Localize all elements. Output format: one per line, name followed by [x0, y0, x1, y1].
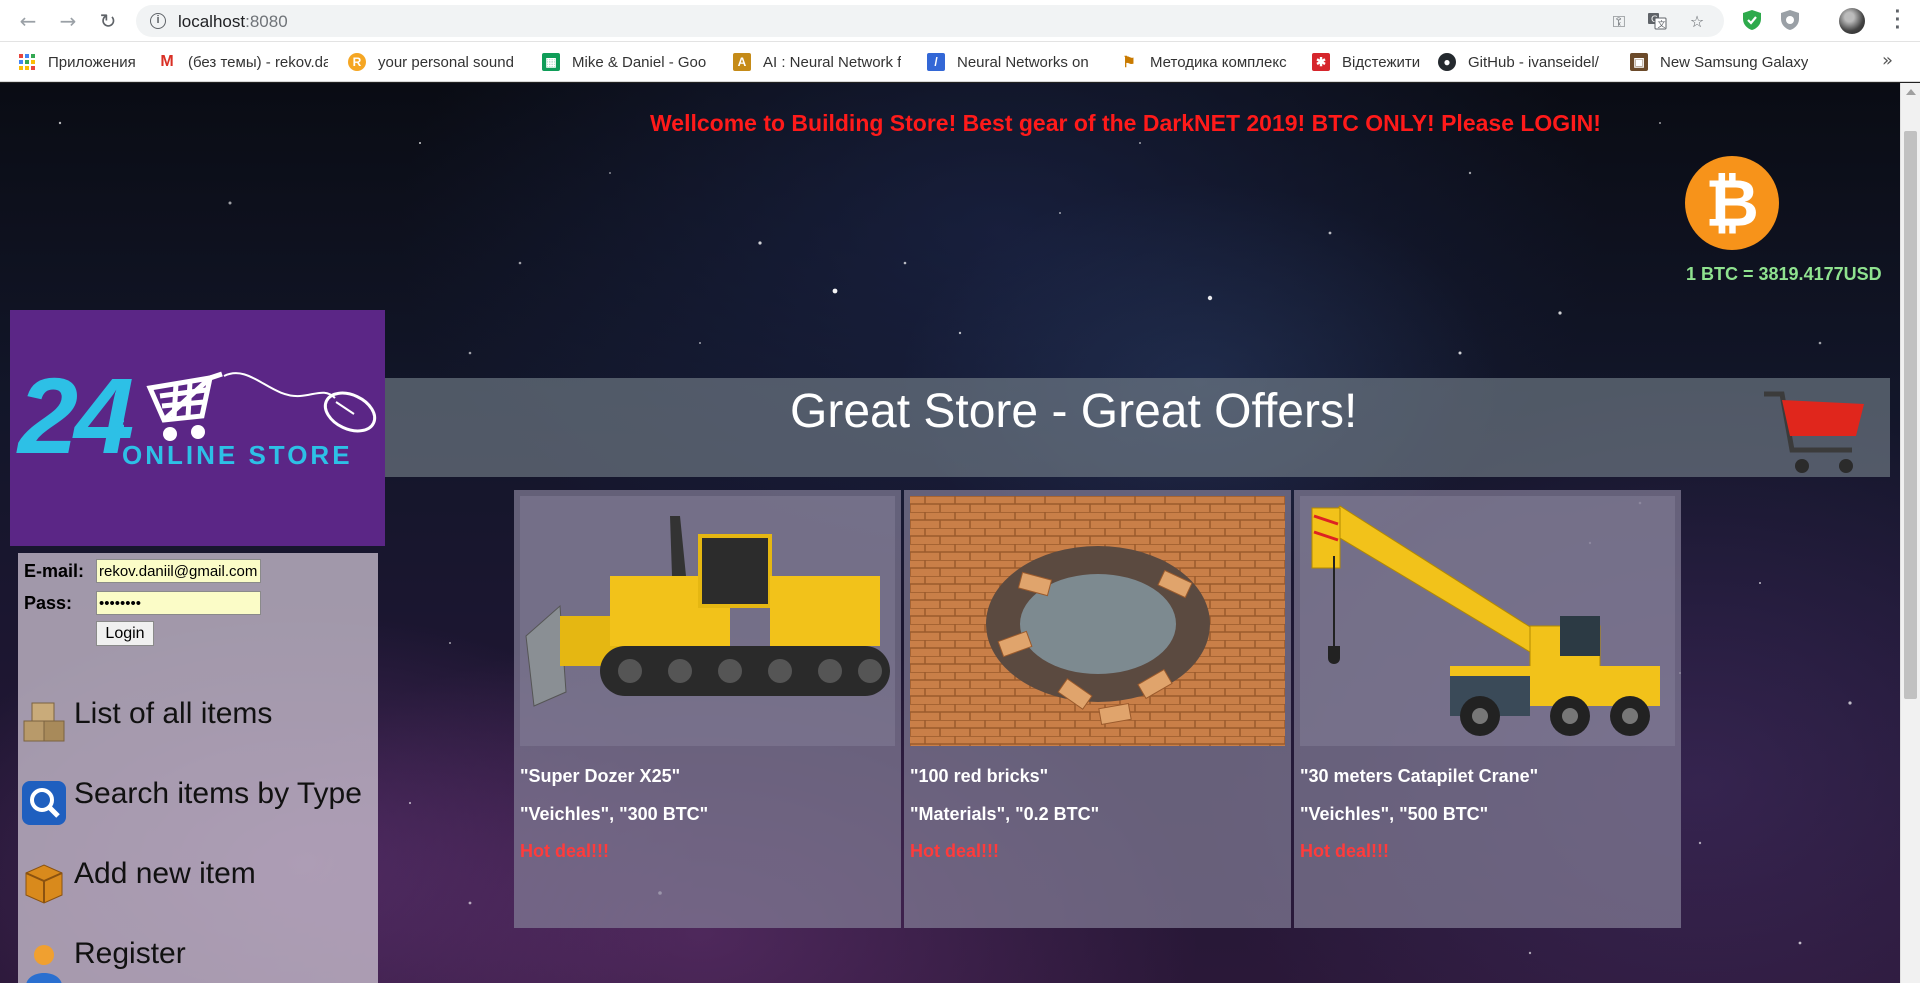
- bookmark-label: Відстежити: [1342, 53, 1421, 71]
- bookmark-label: GitHub - ivanseidel/: [1468, 53, 1599, 71]
- offers-banner: Great Store - Great Offers!: [385, 378, 1890, 477]
- product-image-crane[interactable]: [1300, 496, 1675, 746]
- store-logo[interactable]: 24 HOUR ONLINE STORE: [10, 310, 385, 546]
- github-icon: ●: [1438, 53, 1456, 71]
- btc-exchange-rate: 1 BTC = 3819.4177USD: [1686, 264, 1882, 284]
- magnifier-icon: [22, 781, 66, 825]
- bookmark-gmail[interactable]: M (без темы) - rekov.da: [158, 50, 328, 74]
- logo-online-store-text: ONLINE STORE: [122, 440, 353, 470]
- bookmark-samsung[interactable]: ▣ New Samsung Galaxy: [1630, 50, 1838, 74]
- bookmark-tracker[interactable]: ✱ Відстежити: [1312, 50, 1432, 74]
- sheets-icon: ▦: [542, 53, 560, 71]
- menu-item-add-item[interactable]: Add new item: [18, 853, 398, 911]
- shield-extension-icon[interactable]: [1740, 9, 1764, 33]
- product-name: "100 red bricks": [910, 766, 1049, 786]
- bookmark-sheets[interactable]: ▦ Mike & Daniel - Goo: [542, 50, 712, 74]
- bookmark-label: Neural Networks on: [957, 53, 1089, 71]
- bookmarks-overflow-icon[interactable]: »: [1882, 50, 1893, 71]
- menu-label: Add new item: [74, 857, 256, 890]
- address-bar[interactable]: i localhost:8080 ⚿ G文 ☆: [136, 5, 1724, 37]
- bookmark-apps[interactable]: Приложения: [18, 50, 148, 74]
- bookmark-label: Приложения: [48, 53, 136, 71]
- product-info: "Veichles", "500 BTC": [1300, 804, 1489, 824]
- menu-item-list-all[interactable]: List of all items: [18, 693, 398, 751]
- translate-icon[interactable]: G文: [1646, 11, 1668, 33]
- url-host: localhost: [178, 12, 246, 31]
- reload-icon[interactable]: ↻: [94, 7, 122, 35]
- hot-deal-badge: Hot deal!!!: [910, 841, 999, 861]
- page-viewport: Wellcome to Building Store! Best gear of…: [0, 83, 1900, 983]
- bitcoin-logo-icon: ₿: [1685, 156, 1779, 250]
- email-field[interactable]: [96, 559, 261, 583]
- sound-app-icon: R: [348, 53, 366, 71]
- bookmark-label: (без темы) - rekov.da: [188, 53, 328, 71]
- url-text[interactable]: localhost:8080: [178, 12, 288, 32]
- profile-avatar[interactable]: [1839, 8, 1865, 34]
- product-card[interactable]: "Super Dozer X25" "Veichles", "300 BTC" …: [514, 490, 901, 928]
- bookmark-metodika[interactable]: ⚑ Методика комплекс: [1120, 50, 1290, 74]
- star-bookmark-icon[interactable]: ☆: [1686, 11, 1708, 33]
- password-label: Pass:: [24, 593, 73, 613]
- page-scrollbar[interactable]: [1900, 83, 1920, 983]
- svg-text:文: 文: [1658, 19, 1666, 29]
- tracker-icon: ✱: [1312, 53, 1330, 71]
- sidebar-panel: E-mail: Pass: Login List of all items Se…: [18, 553, 378, 983]
- hot-deal-badge: Hot deal!!!: [1300, 841, 1389, 861]
- user-icon: [26, 945, 62, 983]
- welcome-message: Wellcome to Building Store! Best gear of…: [650, 110, 1601, 136]
- banner-title: Great Store - Great Offers!: [790, 385, 1358, 438]
- product-card[interactable]: "30 meters Catapilet Crane" "Veichles", …: [1294, 490, 1681, 928]
- browser-menu-icon[interactable]: · · ·: [1888, 2, 1908, 38]
- bookmark-sound[interactable]: R your personal sound: [348, 50, 518, 74]
- samsung-icon: ▣: [1630, 53, 1648, 71]
- product-name: "Super Dozer X25": [520, 766, 681, 786]
- email-label: E-mail:: [24, 561, 85, 581]
- url-port: :8080: [245, 12, 288, 31]
- apps-grid-icon: [18, 53, 36, 71]
- shopping-cart-mouse-icon: [146, 371, 377, 441]
- site-info-icon[interactable]: i: [150, 13, 166, 29]
- menu-label: Register: [74, 937, 186, 970]
- logo-hour-text: HOUR: [112, 392, 127, 435]
- bookmark-label: your personal sound: [378, 53, 514, 71]
- scroll-up-arrow-icon[interactable]: [1906, 89, 1916, 95]
- bookmark-github[interactable]: ● GitHub - ivanseidel/: [1438, 50, 1628, 74]
- bookmark-ai-network[interactable]: A AI : Neural Network f: [733, 50, 905, 74]
- slash-site-icon: /: [927, 53, 945, 71]
- bookmark-label: Методика комплекс: [1150, 53, 1287, 71]
- gmail-icon: M: [160, 53, 174, 70]
- ai-site-icon: A: [733, 53, 751, 71]
- menu-item-search[interactable]: Search items by Type: [18, 773, 398, 831]
- boxes-icon: [23, 702, 65, 742]
- product-image-bricks[interactable]: [910, 496, 1285, 746]
- back-arrow-icon[interactable]: ←: [14, 7, 42, 35]
- menu-label: List of all items: [74, 697, 273, 730]
- menu-item-register[interactable]: Register: [18, 933, 398, 983]
- product-name: "30 meters Catapilet Crane": [1300, 766, 1539, 786]
- product-card[interactable]: "100 red bricks" "Materials", "0.2 BTC" …: [904, 490, 1291, 928]
- bookmark-label: Mike & Daniel - Goo: [572, 53, 707, 71]
- password-field[interactable]: [96, 591, 261, 615]
- browser-toolbar: ← → ↻ i localhost:8080 ⚿ G文 ☆ · · ·: [0, 0, 1920, 42]
- crate-icon: [25, 864, 63, 904]
- bookmark-label: AI : Neural Network f: [763, 53, 902, 71]
- bookmarks-bar: Приложения M (без темы) - rekov.da R you…: [0, 42, 1920, 82]
- bookmark-label: New Samsung Galaxy: [1660, 53, 1809, 71]
- flag-icon: ⚑: [1122, 54, 1136, 71]
- forward-arrow-icon[interactable]: →: [54, 7, 82, 35]
- menu-label: Search items by Type: [74, 777, 362, 810]
- privacy-extension-icon[interactable]: [1778, 9, 1802, 33]
- product-image-bulldozer[interactable]: [520, 496, 895, 746]
- key-icon[interactable]: ⚿: [1608, 11, 1630, 33]
- scroll-thumb[interactable]: [1904, 131, 1917, 699]
- product-info: "Materials", "0.2 BTC": [910, 804, 1100, 824]
- hot-deal-badge: Hot deal!!!: [520, 841, 609, 861]
- shopping-cart-icon: [1764, 391, 1864, 473]
- login-button[interactable]: Login: [96, 621, 154, 646]
- bookmark-neural-networks[interactable]: / Neural Networks on: [927, 50, 1099, 74]
- product-info: "Veichles", "300 BTC": [520, 804, 709, 824]
